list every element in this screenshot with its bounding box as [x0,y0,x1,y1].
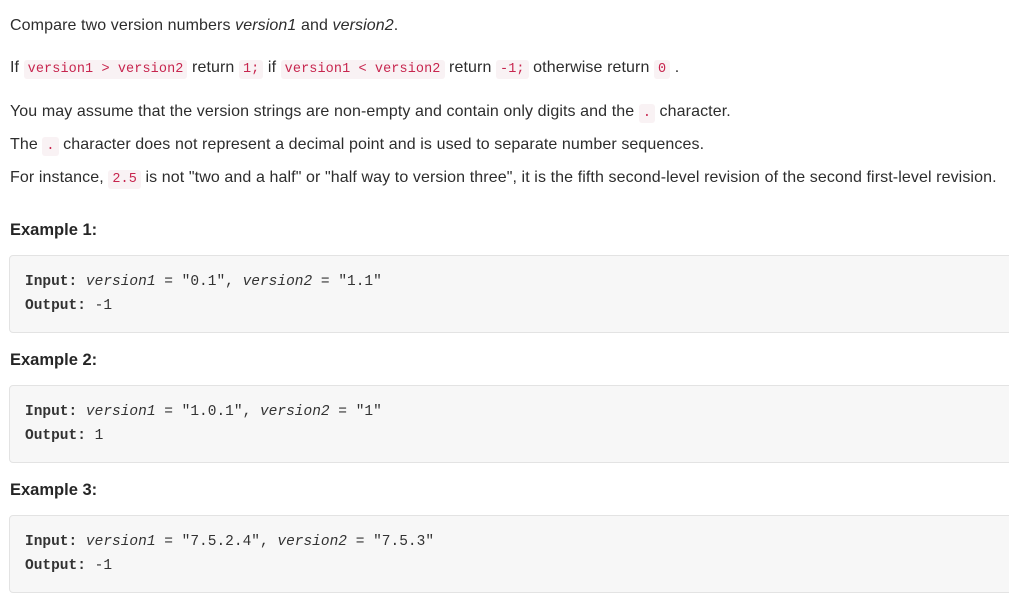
example-3-input-var1: version1 [85,534,156,550]
inline-code-return-minus-one: -1; [496,60,529,79]
inline-code-dot-1: . [638,104,656,123]
example-3-output-label: Output: [25,558,86,574]
example-2-output-label: Output: [25,428,86,444]
spacer-after-heading-3 [10,501,1009,515]
intro-text-mid: and [296,17,333,34]
example-2-eq1: = [155,404,182,420]
example-1-code-block: Input: version1 = "0.1", version2 = "1.1… [9,255,1009,333]
inline-code-dot-2: . [42,137,59,156]
example-2-code-block: Input: version1 = "1.0.1", version2 = "1… [9,385,1009,463]
inline-code-greater-compare: version1 > version2 [23,60,188,79]
intro-line-2: If version1 > version2 return 1; if vers… [10,52,1009,85]
assume-text-2: character. [655,103,731,120]
example-1-eq2: = [312,274,339,290]
version1-emphasis: version1 [235,17,297,34]
intro-text-pre: Compare two version numbers [10,17,236,34]
compare-text-6: . [670,59,680,76]
example-3-eq1: = [155,534,182,550]
example-1-val1: "0.1", [181,274,234,290]
example-1-input-label: Input: [25,274,78,290]
example-3-val2: "7.5.3" [373,534,435,550]
compare-text-4: return [444,59,496,76]
example-1-output-value: -1 [94,298,113,314]
example-3-heading: Example 3: [10,481,98,499]
example-2-output-value: 1 [94,428,104,444]
version2-emphasis: version2 [332,17,394,34]
example-3-eq2: = [347,534,374,550]
example-3-code-block: Input: version1 = "7.5.2.4", version2 = … [9,515,1009,593]
compare-text-3: if [263,59,281,76]
assume-text-1: You may assume that the version strings … [10,103,639,120]
spacer-after-heading-2 [10,371,1009,385]
inline-code-two-point-five: 2.5 [108,170,141,189]
compare-text-5: otherwise return [528,59,655,76]
example-3-input-label: Input: [25,534,78,550]
intro-line-1: Compare two version numbers version1 and… [10,10,1009,41]
intro-text-post: . [393,17,399,34]
example-1-input-var1: version1 [85,274,156,290]
example-2-heading: Example 2: [10,351,98,369]
instance-text-2: is not "two and a half" or "half way to … [140,169,997,186]
example-3-val1: "7.5.2.4", [181,534,269,550]
example-1-val2: "1.1" [338,274,382,290]
compare-text-1: If [10,59,24,76]
inline-code-return-zero: 0 [654,60,671,79]
inline-code-less-compare: version1 < version2 [280,60,445,79]
example-1-code: Input: version1 = "0.1", version2 = "1.1… [25,270,1001,318]
instance-text-1: For instance, [10,169,109,186]
example-3-output-value: -1 [94,558,113,574]
example-2-input-var2: version2 [259,404,330,420]
compare-text-2: return [187,59,239,76]
spacer-before-example-1 [10,195,1009,219]
example-1-input-var2: version2 [242,274,313,290]
body-paragraph: You may assume that the version strings … [10,96,1009,195]
example-2-val1: "1.0.1", [181,404,252,420]
inline-code-return-one: 1; [238,60,264,79]
spacer-after-block-2 [10,463,1009,479]
example-2-input-var1: version1 [85,404,156,420]
spacer-after-heading-1 [10,241,1009,255]
example-2-code: Input: version1 = "1.0.1", version2 = "1… [25,400,1001,448]
example-2-input-label: Input: [25,404,78,420]
example-1-output-label: Output: [25,298,86,314]
spacer-after-block-1 [10,333,1009,349]
dot-text-2: character does not represent a decimal p… [58,136,705,153]
example-1-eq1: = [155,274,182,290]
dot-text-1: The [10,136,43,153]
example-3-input-var2: version2 [277,534,347,550]
example-2-val2: "1" [355,404,382,420]
problem-description-page: Compare two version numbers version1 and… [0,0,1009,593]
example-3-code: Input: version1 = "7.5.2.4", version2 = … [25,530,1001,578]
example-1-heading: Example 1: [10,221,98,239]
example-2-eq2: = [329,404,356,420]
